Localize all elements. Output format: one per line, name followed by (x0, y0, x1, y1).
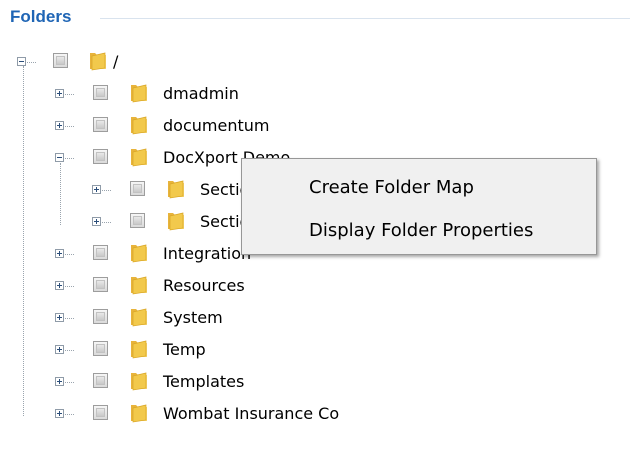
checkbox[interactable] (130, 181, 145, 196)
checkbox[interactable] (93, 245, 108, 260)
expand-icon[interactable] (55, 313, 64, 322)
menu-item-label: Create Folder Map (309, 177, 474, 198)
tree-node-root[interactable]: / (0, 49, 300, 77)
expand-icon[interactable] (92, 185, 101, 194)
tree-node-label: Integration (163, 244, 252, 263)
checkbox[interactable] (93, 405, 108, 420)
tree-node-templates[interactable]: Templates (0, 369, 300, 397)
context-menu: Create Folder Map Display Folder Propert… (241, 158, 597, 255)
tree-node-system[interactable]: System (0, 305, 300, 333)
checkbox[interactable] (93, 85, 108, 100)
checkbox[interactable] (93, 277, 108, 292)
expand-icon[interactable] (92, 217, 101, 226)
tree-node-dmadmin[interactable]: dmadmin (0, 81, 300, 109)
tree-connector (27, 62, 36, 63)
checkbox[interactable] (93, 149, 108, 164)
menu-item-label: Display Folder Properties (309, 220, 534, 241)
expand-icon[interactable] (55, 121, 64, 130)
folder-icon (131, 244, 147, 263)
expand-icon[interactable] (55, 249, 64, 258)
checkbox[interactable] (93, 341, 108, 356)
folder-icon (90, 52, 106, 71)
tree-node-temp[interactable]: Temp (0, 337, 300, 365)
tree-connector (65, 382, 74, 383)
folder-icon (131, 116, 147, 135)
tree-node-label: Templates (163, 372, 245, 391)
tree-connector (65, 158, 74, 159)
tree-node-label: / (113, 52, 119, 71)
checkbox[interactable] (93, 309, 108, 324)
tree-node-wombat-insurance-co[interactable]: Wombat Insurance Co (0, 401, 380, 429)
tree-connector (65, 414, 74, 415)
menu-item-display-folder-properties[interactable]: Display Folder Properties (242, 212, 596, 250)
folder-icon (131, 340, 147, 359)
tree-node-label: documentum (163, 116, 270, 135)
tree-connector (65, 126, 74, 127)
tree-connector (65, 254, 74, 255)
tree-connector (65, 94, 74, 95)
expand-icon[interactable] (55, 281, 64, 290)
tree-node-label: Temp (163, 340, 206, 359)
folder-icon (131, 404, 147, 423)
tree-connector (65, 286, 74, 287)
tree-connector (65, 318, 74, 319)
collapse-icon[interactable] (17, 57, 26, 66)
checkbox[interactable] (93, 373, 108, 388)
expand-icon[interactable] (55, 89, 64, 98)
folder-icon (168, 212, 184, 231)
expand-icon[interactable] (55, 377, 64, 386)
folder-icon (131, 148, 147, 167)
tree-node-label: Resources (163, 276, 245, 295)
menu-item-create-folder-map[interactable]: Create Folder Map (242, 169, 596, 207)
folder-icon (131, 276, 147, 295)
folder-icon (131, 308, 147, 327)
checkbox[interactable] (53, 53, 68, 68)
tree-node-label: System (163, 308, 223, 327)
tree-connector (102, 190, 111, 191)
folder-icon (131, 372, 147, 391)
expand-icon[interactable] (55, 409, 64, 418)
folder-icon (168, 180, 184, 199)
tree-node-label: Wombat Insurance Co (163, 404, 340, 423)
checkbox[interactable] (130, 213, 145, 228)
tree-node-label: dmadmin (163, 84, 239, 103)
collapse-icon[interactable] (55, 153, 64, 162)
tree-connector (102, 222, 111, 223)
folder-icon (131, 84, 147, 103)
checkbox[interactable] (93, 117, 108, 132)
tree-node-documentum[interactable]: documentum (0, 113, 300, 141)
tree-node-resources[interactable]: Resources (0, 273, 300, 301)
tree-connector (65, 350, 74, 351)
expand-icon[interactable] (55, 345, 64, 354)
